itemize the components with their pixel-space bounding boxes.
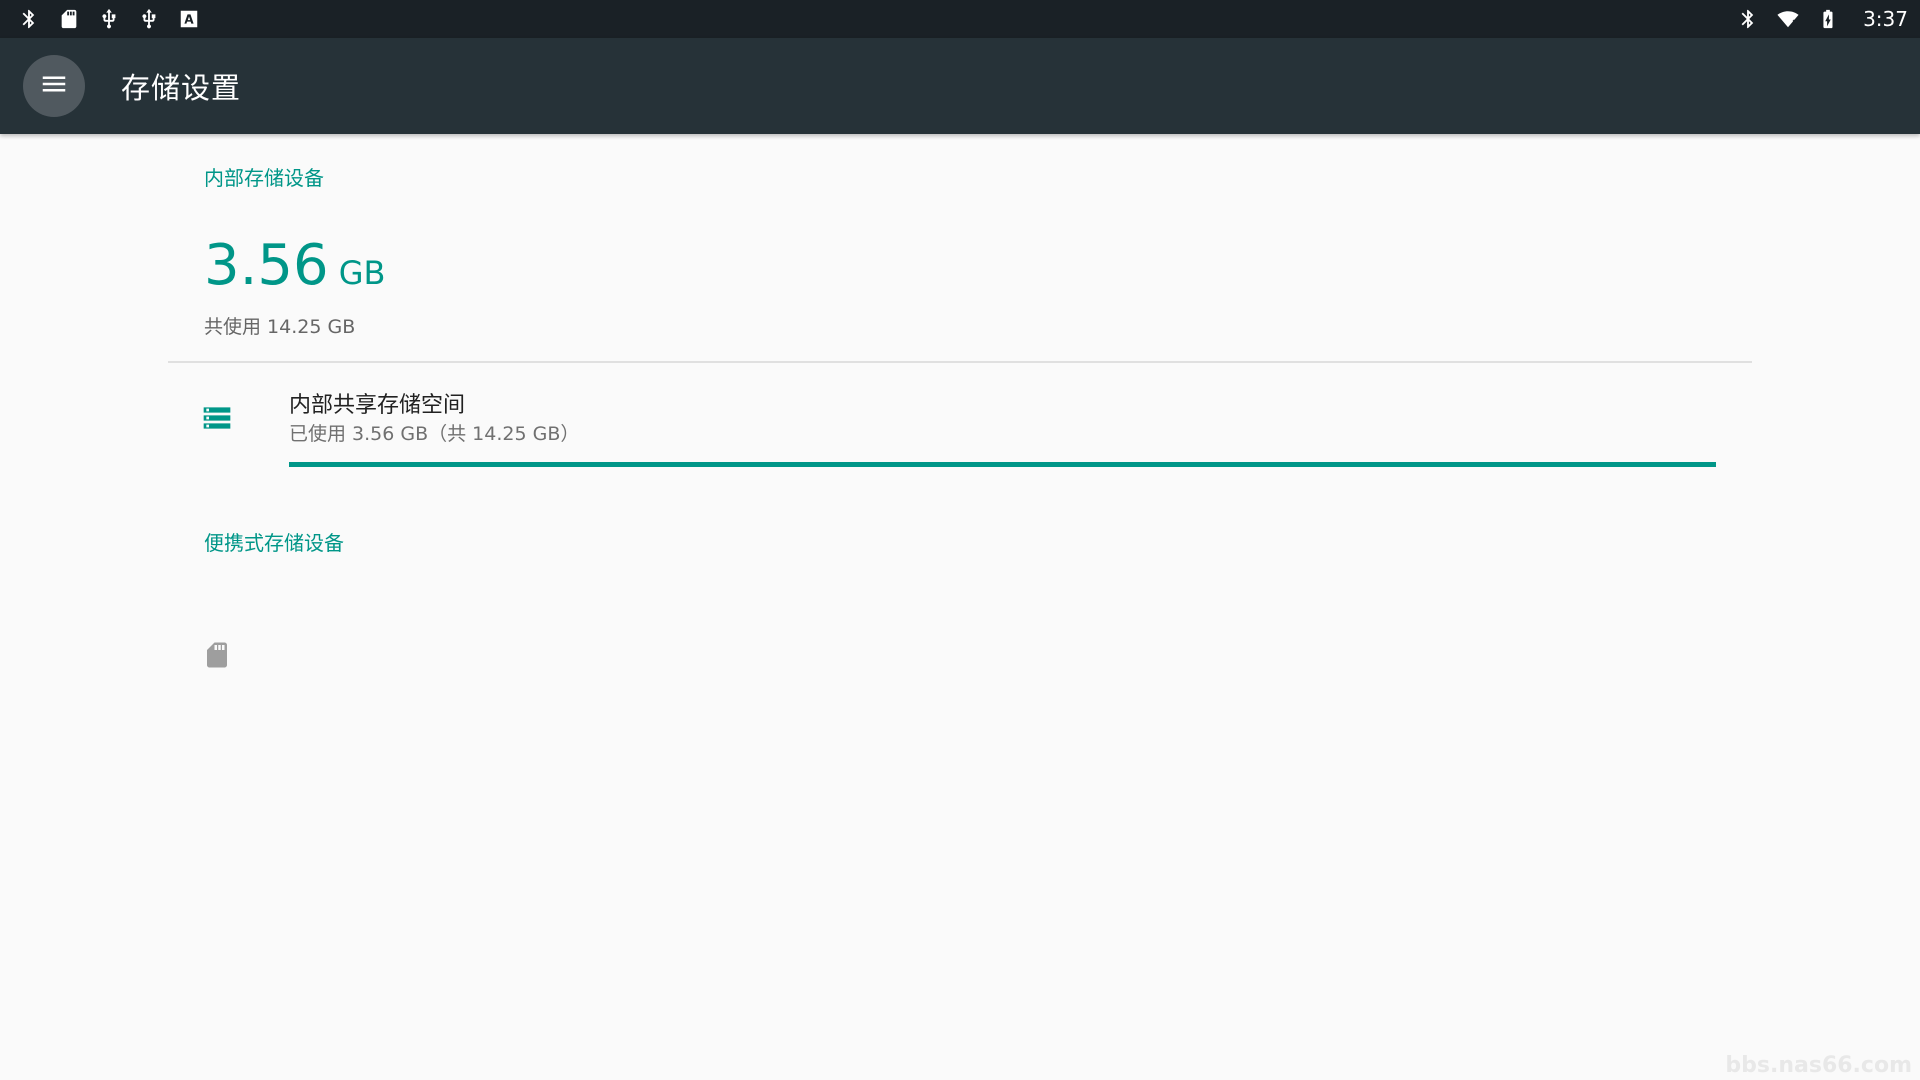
- internal-storage-progress-fill: [289, 462, 1716, 467]
- portable-storage-header: 便携式存储设备: [204, 531, 344, 555]
- page-title: 存储设置: [121, 71, 242, 105]
- bluetooth-icon: [1737, 8, 1759, 30]
- bluetooth-icon: [18, 8, 40, 30]
- status-bar-left: [18, 8, 200, 30]
- portable-storage-item[interactable]: [168, 600, 1752, 710]
- internal-shared-storage-title: 内部共享存储空间: [289, 393, 466, 418]
- watermark: bbs.nas66.com: [1725, 1053, 1912, 1078]
- sd-card-icon: [58, 8, 80, 30]
- battery-charging-icon: [1817, 8, 1839, 30]
- internal-used-summary: 3.56 GB: [204, 238, 385, 294]
- sd-card-icon: [200, 638, 234, 672]
- app-toolbar: 存储设置: [0, 38, 1920, 134]
- storage-icon: [200, 401, 234, 435]
- navigation-menu-button[interactable]: [23, 55, 85, 117]
- status-bar-right: 3:37: [1737, 7, 1908, 31]
- status-bar: 3:37: [0, 0, 1920, 38]
- internal-used-unit: GB: [338, 254, 386, 292]
- internal-storage-header: 内部存储设备: [204, 166, 324, 190]
- internal-used-value: 3.56: [204, 233, 329, 298]
- usb-icon: [138, 8, 160, 30]
- hamburger-menu-icon: [39, 69, 69, 103]
- internal-shared-storage-subtitle: 已使用 3.56 GB（共 14.25 GB）: [289, 423, 580, 445]
- internal-storage-progress-bar: [289, 462, 1716, 467]
- keyboard-a-icon: [178, 8, 200, 30]
- internal-shared-storage-item[interactable]: 内部共享存储空间 已使用 3.56 GB（共 14.25 GB）: [168, 363, 1752, 485]
- usb-icon: [98, 8, 120, 30]
- internal-total-label: 共使用 14.25 GB: [204, 316, 356, 338]
- wifi-icon: [1777, 8, 1799, 30]
- status-bar-time: 3:37: [1863, 7, 1908, 31]
